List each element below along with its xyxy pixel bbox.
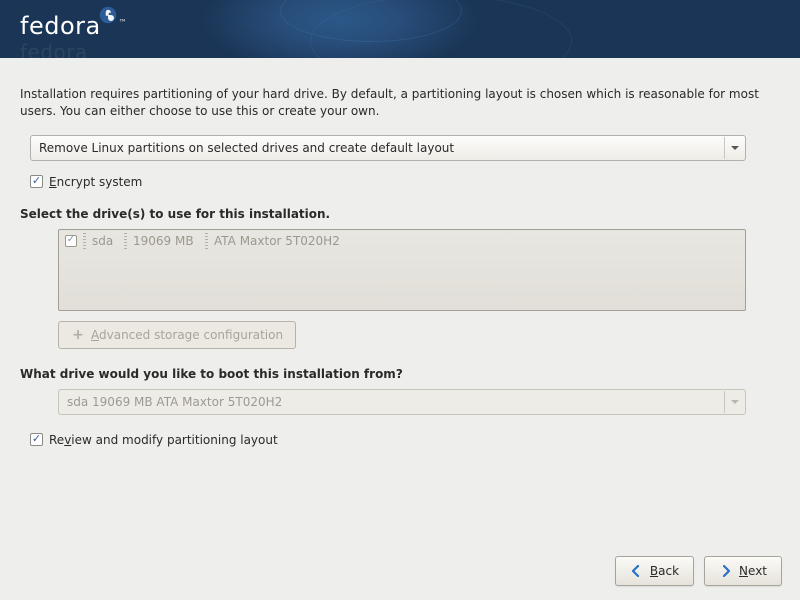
review-label[interactable]: Review and modify partitioning layout (49, 433, 278, 447)
arrow-left-icon (630, 564, 644, 578)
drive-list[interactable]: sda 19069 MB ATA Maxtor 5T020H2 (58, 229, 746, 311)
partition-scheme-value: Remove Linux partitions on selected driv… (39, 141, 454, 155)
arrow-right-icon (719, 564, 733, 578)
fedora-wordmark-reflection: fedora (20, 40, 88, 58)
drives-section-label: Select the drive(s) to use for this inst… (20, 207, 780, 221)
next-button[interactable]: Next (704, 556, 782, 586)
advanced-storage-button[interactable]: + Advanced storage configuration (58, 321, 296, 349)
intro-text: Installation requires partitioning of yo… (20, 86, 780, 121)
drive-checkbox[interactable] (65, 235, 77, 247)
fedora-logo: fedora ™ (20, 12, 127, 40)
installer-content: Installation requires partitioning of yo… (0, 58, 800, 447)
partition-scheme-select[interactable]: Remove Linux partitions on selected driv… (30, 135, 746, 161)
column-separator (83, 233, 86, 249)
chevron-down-icon (724, 137, 744, 159)
boot-section-label: What drive would you like to boot this i… (20, 367, 780, 381)
advanced-storage-label: Advanced storage configuration (91, 328, 283, 342)
trademark-symbol: ™ (119, 18, 128, 27)
column-separator (124, 233, 127, 249)
next-label: Next (739, 564, 767, 578)
plus-icon: + (71, 328, 85, 342)
chevron-down-icon (724, 391, 744, 413)
drive-dev: sda (92, 234, 118, 248)
drive-model: ATA Maxtor 5T020H2 (214, 234, 739, 248)
installer-header: fedora ™ fedora (0, 0, 800, 58)
drive-row[interactable]: sda 19069 MB ATA Maxtor 5T020H2 (59, 230, 745, 252)
back-label: Back (650, 564, 679, 578)
encrypt-label[interactable]: Encrypt system (49, 175, 142, 189)
fedora-wordmark: fedora (20, 12, 101, 40)
review-checkbox[interactable] (30, 433, 43, 446)
column-separator (205, 233, 208, 249)
boot-drive-value: sda 19069 MB ATA Maxtor 5T020H2 (67, 395, 282, 409)
encrypt-checkbox[interactable] (30, 175, 43, 188)
boot-drive-select[interactable]: sda 19069 MB ATA Maxtor 5T020H2 (58, 389, 746, 415)
nav-buttons: Back Next (615, 556, 782, 586)
fedora-infinity-icon (99, 2, 117, 20)
back-button[interactable]: Back (615, 556, 694, 586)
drive-size: 19069 MB (133, 234, 199, 248)
